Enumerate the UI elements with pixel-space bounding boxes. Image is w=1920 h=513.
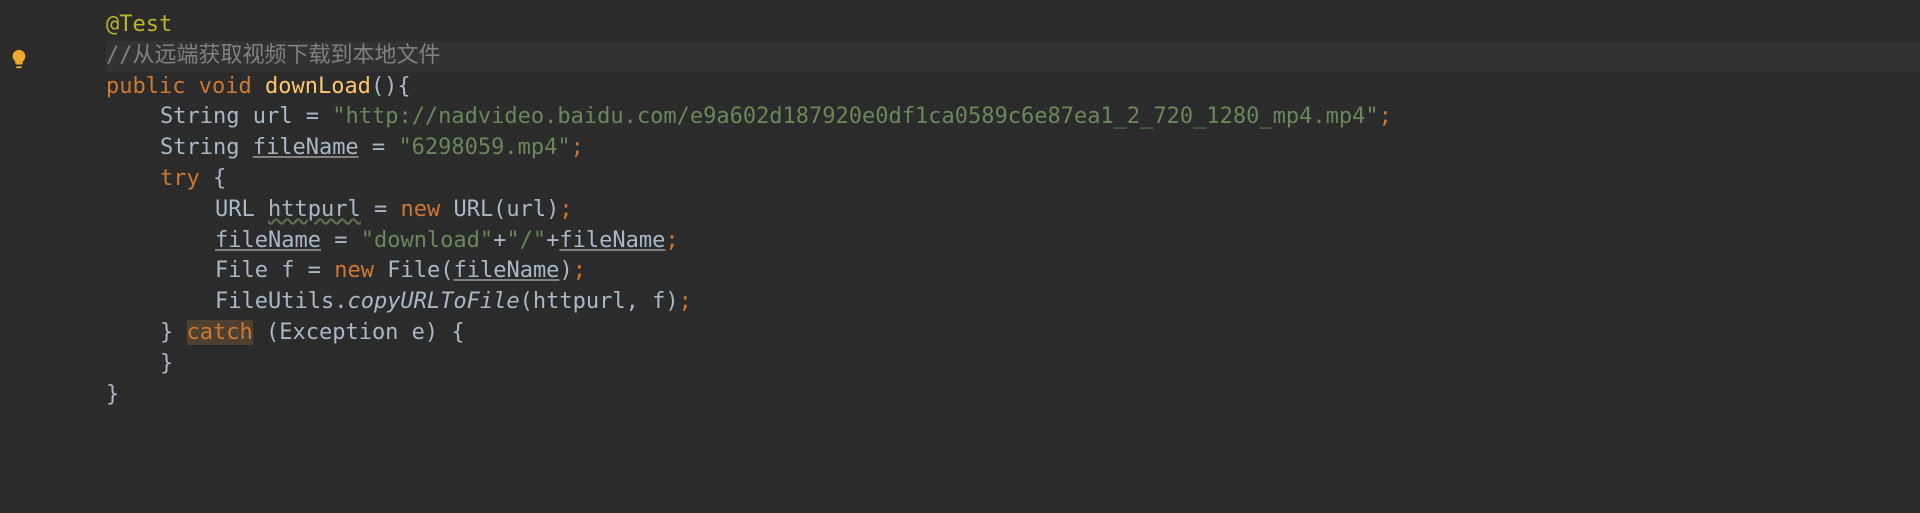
equals: = [361, 197, 401, 222]
code-line-13[interactable]: } [106, 380, 1920, 411]
string-literal: "download" [361, 228, 493, 253]
code-line-14[interactable] [50, 410, 1920, 440]
semicolon: ; [665, 228, 678, 253]
variable: httpurl [268, 197, 361, 222]
equals: = [321, 228, 361, 253]
arguments: (httpurl, f) [520, 289, 679, 314]
code-line-6[interactable]: try { [160, 164, 1920, 195]
code-editor[interactable]: @Test //从远端获取视频下载到本地文件 public void downL… [0, 10, 1920, 440]
semicolon: ; [1379, 104, 1392, 129]
variable: fileName [253, 135, 359, 160]
code-line-1[interactable]: @Test [106, 10, 1920, 41]
method-name: downLoad [265, 74, 371, 99]
keyword-new: new [334, 258, 374, 283]
code-line-7[interactable]: URL httpurl = new URL(url); [215, 195, 1920, 226]
plus: + [546, 228, 559, 253]
brace: } [160, 320, 187, 345]
code-line-11[interactable]: } catch (Exception e) { [160, 318, 1920, 349]
code-line-2[interactable]: //从远端获取视频下载到本地文件 [106, 41, 1920, 72]
variable: f [281, 258, 294, 283]
type: String [160, 104, 253, 129]
code-line-5[interactable]: String fileName = "6298059.mp4"; [160, 133, 1920, 164]
semicolon: ; [571, 135, 584, 160]
semicolon: ; [679, 289, 692, 314]
lightbulb-icon[interactable] [8, 48, 30, 77]
equals: = [294, 258, 334, 283]
keyword-void: void [199, 74, 252, 99]
code-line-3[interactable]: public void downLoad(){ [106, 72, 1920, 103]
semicolon: ; [559, 197, 572, 222]
type: File [215, 258, 281, 283]
string-literal: "/" [506, 228, 546, 253]
code-line-4[interactable]: String url = "http://nadvideo.baidu.com/… [160, 102, 1920, 133]
type: URL [215, 197, 268, 222]
equals: = [359, 135, 399, 160]
type: String [160, 135, 253, 160]
method-call: copyURLToFile [347, 289, 519, 314]
constructor-close: ) [559, 258, 572, 283]
variable: url [253, 104, 293, 129]
argument: fileName [453, 258, 559, 283]
parens: (){ [371, 74, 411, 99]
class-ref: FileUtils. [215, 289, 347, 314]
brace: } [160, 351, 173, 376]
code-line-12[interactable]: } [160, 349, 1920, 380]
brace: } [106, 382, 119, 407]
keyword-public: public [106, 74, 185, 99]
variable: fileName [215, 228, 321, 253]
plus: + [493, 228, 506, 253]
comment-text: //从远端获取视频下载到本地文件 [106, 43, 441, 68]
code-line-10[interactable]: FileUtils.copyURLToFile(httpurl, f); [215, 287, 1920, 318]
semicolon: ; [573, 258, 586, 283]
keyword-new: new [400, 197, 440, 222]
variable: fileName [559, 228, 665, 253]
constructor: URL(url) [440, 197, 559, 222]
catch-params: (Exception e) { [253, 320, 465, 345]
code-line-9[interactable]: File f = new File(fileName); [215, 256, 1920, 287]
string-literal: "http://nadvideo.baidu.com/e9a602d187920… [332, 104, 1378, 129]
brace: { [200, 166, 227, 191]
keyword-catch: catch [187, 320, 253, 345]
annotation: @Test [106, 12, 172, 37]
code-line-8[interactable]: fileName = "download"+"/"+fileName; [215, 226, 1920, 257]
keyword-try: try [160, 166, 200, 191]
constructor: File( [374, 258, 453, 283]
string-literal: "6298059.mp4" [398, 135, 570, 160]
equals: = [292, 104, 332, 129]
